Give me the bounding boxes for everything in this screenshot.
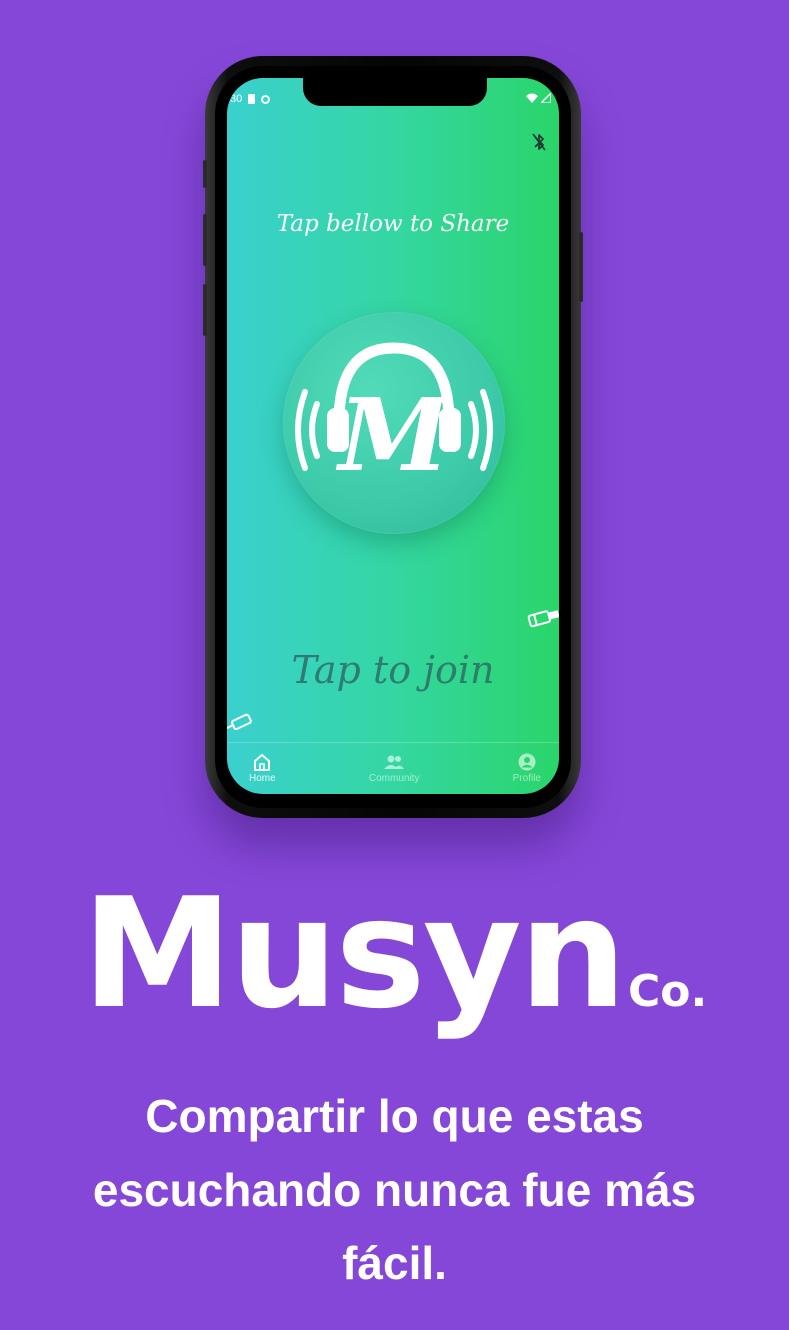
nav-home[interactable]: Home <box>249 743 276 794</box>
home-icon <box>254 754 271 771</box>
phone-side-button <box>579 232 583 302</box>
join-prompt-button[interactable]: Tap to join <box>227 648 559 692</box>
people-icon <box>384 755 405 769</box>
nav-profile[interactable]: Profile <box>513 743 541 794</box>
wifi-icon <box>526 93 538 103</box>
status-bar-right <box>526 93 551 103</box>
audio-plug-icon <box>527 610 559 628</box>
tagline: Compartir lo que estas escuchando nunca … <box>92 1090 697 1290</box>
status-time: 30 <box>230 93 243 105</box>
nav-community-label: Community <box>368 773 420 784</box>
logo-letter: M <box>336 376 453 494</box>
phone-side-button <box>203 160 207 188</box>
status-bar-left: 30 <box>230 93 271 105</box>
phone-side-button <box>203 284 207 336</box>
headphones-logo-icon: M <box>295 342 493 494</box>
nav-profile-label: Profile <box>512 773 541 784</box>
account-icon <box>518 753 536 771</box>
share-logo-button[interactable]: M <box>283 312 505 534</box>
share-prompt: Tap bellow to Share <box>276 211 510 237</box>
phone-mockup: 30 Tap bellow to Share M Tap to join Hom… <box>203 56 583 818</box>
circle-icon <box>261 94 271 104</box>
nav-home-label: Home <box>249 773 276 784</box>
bluetooth-off-icon[interactable] <box>531 132 547 157</box>
brand-wordmark: Musyn Co. <box>0 878 789 1030</box>
brand-suffix: Co. <box>628 966 708 1017</box>
brand-name: Musyn <box>81 865 627 1042</box>
sd-card-icon <box>248 94 256 104</box>
nav-community[interactable]: Community <box>368 743 420 794</box>
phone-notch <box>303 78 487 106</box>
audio-plug-icon <box>227 713 252 731</box>
bottom-navigation: Home Community Profile <box>227 742 559 794</box>
phone-side-button <box>203 214 207 266</box>
phone-screen: 30 Tap bellow to Share M Tap to join Hom… <box>227 78 559 794</box>
signal-icon <box>541 93 551 103</box>
